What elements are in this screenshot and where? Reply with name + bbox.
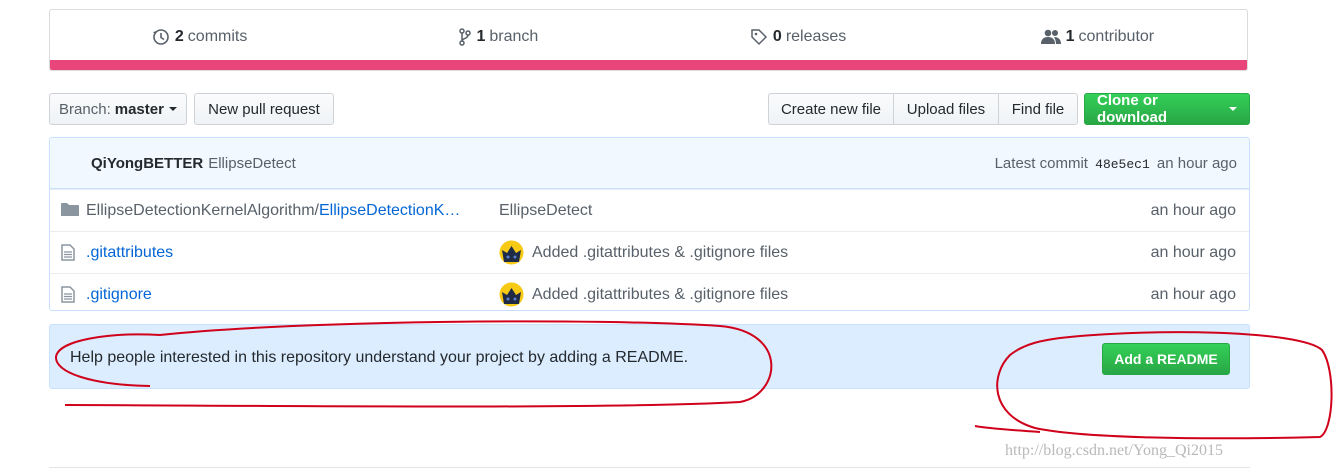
file-commit-message: Added .gitattributes & .gitignore files xyxy=(499,282,788,307)
clone-label: Clone or download xyxy=(1097,92,1167,126)
commit-message-link[interactable]: Added .gitattributes & .gitignore files xyxy=(532,286,788,304)
history-icon xyxy=(152,28,170,46)
new-pull-request-button[interactable]: New pull request xyxy=(194,93,334,125)
branches-label: branch xyxy=(489,27,539,45)
file-row: .gitattributes Added .gitattributes & .g… xyxy=(50,231,1249,273)
releases-count: 0 xyxy=(772,27,782,45)
git-branch-icon xyxy=(459,27,472,46)
avatar[interactable] xyxy=(499,282,524,307)
people-icon xyxy=(1040,29,1061,45)
clone-or-download-button[interactable]: Clone or download xyxy=(1084,92,1250,126)
file-row: .gitignore Added .gitattributes & .gitig… xyxy=(50,273,1249,310)
file-age: an hour ago xyxy=(1150,243,1236,261)
file-commit-message: Added .gitattributes & .gitignore files xyxy=(499,240,788,265)
file-row: EllipseDetectionKernelAlgorithm/EllipseD… xyxy=(50,189,1249,231)
branch-select-button[interactable]: Branch: master xyxy=(49,93,187,125)
contributors-label: contributor xyxy=(1078,27,1155,45)
branch-name: master xyxy=(114,100,164,118)
contributors-count: 1 xyxy=(1065,27,1075,45)
commit-sha-link[interactable]: 48e5ec1 xyxy=(1095,157,1150,172)
caret-down-icon xyxy=(168,107,177,111)
branches-link[interactable]: 1 branch xyxy=(349,28,648,46)
latest-commit-info: Latest commit 48e5ec1 an hour ago xyxy=(995,155,1237,172)
file-name: EllipseDetectionKernelAlgorithm/EllipseD… xyxy=(86,202,460,220)
releases-link[interactable]: 0 releases xyxy=(649,28,948,46)
tag-icon xyxy=(750,28,768,46)
latest-commit-age: an hour ago xyxy=(1156,154,1237,172)
file-age: an hour ago xyxy=(1150,201,1236,219)
folder-link[interactable]: EllipseDetectionK… xyxy=(319,202,460,219)
commits-link[interactable]: 2 commits xyxy=(50,28,349,46)
file-actions-group: Create new file Upload files Find file xyxy=(768,93,1078,125)
file-icon xyxy=(61,244,75,266)
file-icon xyxy=(61,286,75,308)
watermark-text: http://blog.csdn.net/Yong_Qi2015 xyxy=(1005,442,1223,459)
latest-commit-bar: QiYongBETTER EllipseDetect Latest commit… xyxy=(50,138,1249,189)
file-name: .gitattributes xyxy=(86,244,173,262)
branches-count: 1 xyxy=(476,27,486,45)
commit-message-link[interactable]: EllipseDetect xyxy=(208,155,296,172)
repo-summary-bar: 2 commits 1 branch 0 releases 1 contribu… xyxy=(49,9,1248,71)
releases-label: releases xyxy=(785,27,847,45)
file-age: an hour ago xyxy=(1150,285,1236,303)
create-new-file-button[interactable]: Create new file xyxy=(768,93,894,125)
avatar[interactable] xyxy=(499,240,524,265)
language-bar[interactable] xyxy=(50,60,1247,70)
readme-prompt-text: Help people interested in this repositor… xyxy=(70,349,689,366)
contributors-link[interactable]: 1 contributor xyxy=(948,28,1247,46)
add-readme-button[interactable]: Add a README xyxy=(1102,343,1230,375)
file-link[interactable]: .gitignore xyxy=(86,286,152,303)
readme-prompt: Help people interested in this repositor… xyxy=(49,324,1250,389)
file-list: QiYongBETTER EllipseDetect Latest commit… xyxy=(49,137,1250,311)
folder-icon xyxy=(61,202,79,222)
upload-files-button[interactable]: Upload files xyxy=(893,93,999,125)
file-link[interactable]: .gitattributes xyxy=(86,244,173,261)
commit-message-link[interactable]: Added .gitattributes & .gitignore files xyxy=(532,244,788,262)
divider xyxy=(49,467,1250,468)
folder-path-prefix[interactable]: EllipseDetectionKernelAlgorithm/ xyxy=(86,202,319,219)
find-file-button[interactable]: Find file xyxy=(998,93,1078,125)
commit-author-link[interactable]: QiYongBETTER xyxy=(91,155,203,172)
file-name: .gitignore xyxy=(86,286,152,304)
latest-commit-label: Latest commit xyxy=(994,154,1088,172)
branch-prefix: Branch: xyxy=(59,100,111,118)
caret-down-icon xyxy=(1229,107,1237,111)
file-commit-message[interactable]: EllipseDetect xyxy=(499,202,592,220)
commits-label: commits xyxy=(187,27,248,45)
commits-count: 2 xyxy=(174,27,184,45)
